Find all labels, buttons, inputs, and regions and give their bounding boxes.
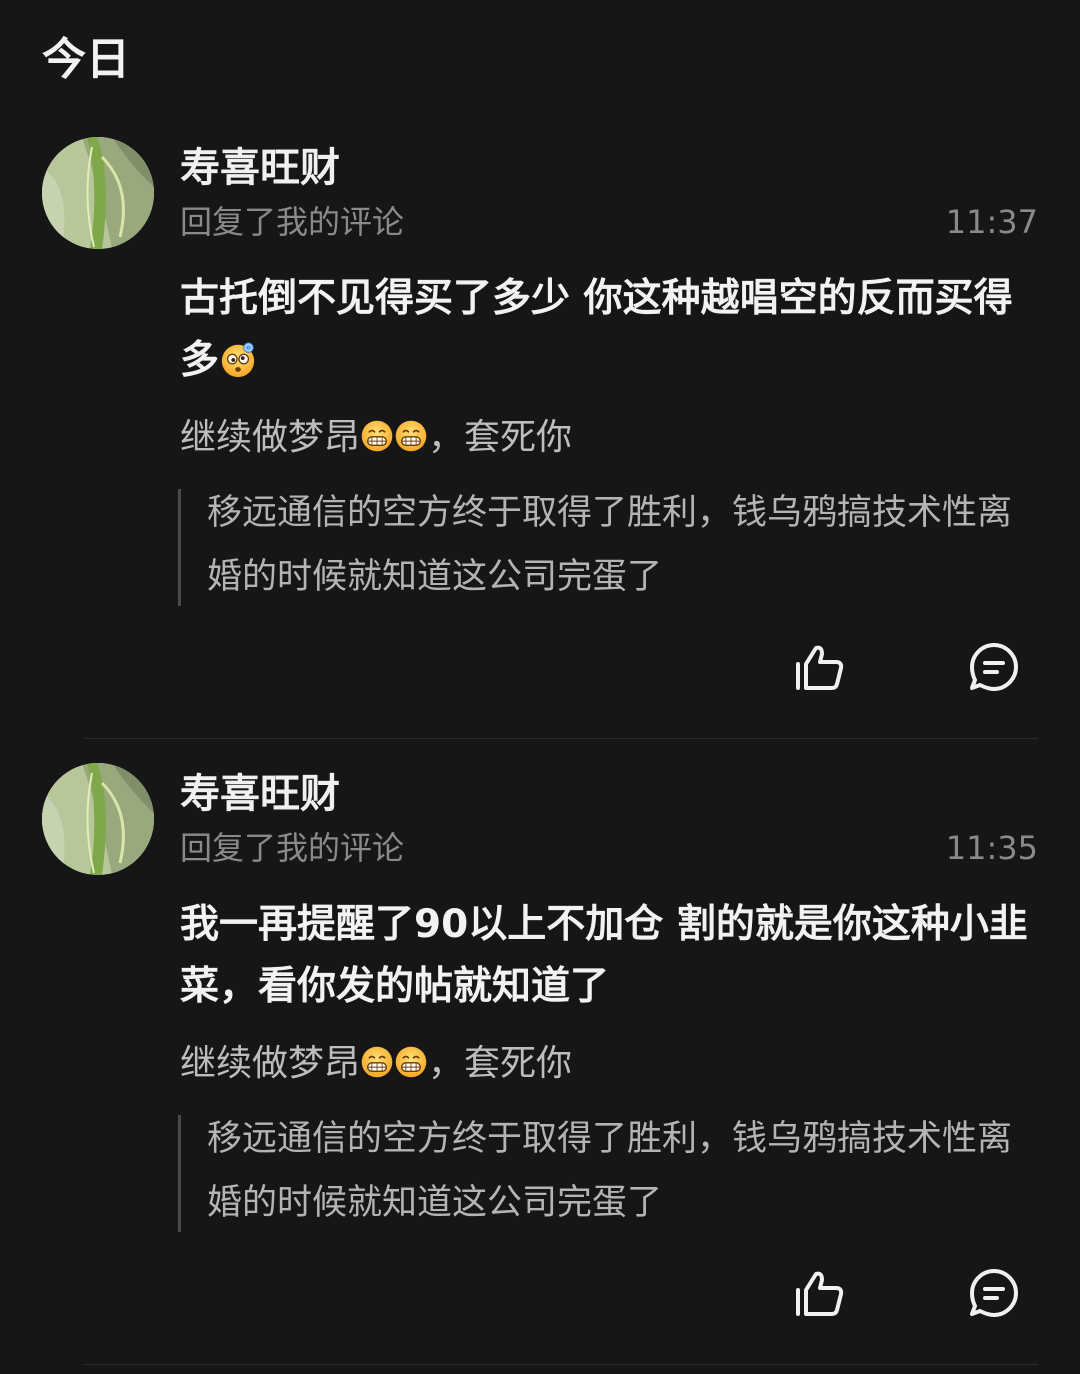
timestamp: 11:35 bbox=[945, 829, 1038, 867]
reply-text[interactable]: 我一再提醒了90以上不加仓 割的就是你这种小韭菜，看你发的帖就知道了 bbox=[180, 894, 1040, 1018]
grinning-face-emoji bbox=[394, 419, 428, 453]
notification-card[interactable]: 寿喜旺财 回复了我的评论 11:37 古托倒不见得买了多少 你这种越唱空的反而买… bbox=[0, 112, 1080, 739]
grinning-face-emoji bbox=[360, 419, 394, 453]
comment-bubble-icon[interactable] bbox=[966, 1266, 1022, 1322]
quoted-post[interactable]: 移远通信的空方终于取得了胜利，钱乌鸦搞技术性离婚的时候就知道这公司完蛋了 bbox=[178, 1115, 1041, 1232]
my-comment[interactable]: 继续做梦昂 ，套死你 bbox=[180, 408, 572, 468]
my-comment-suffix: ，套死你 bbox=[428, 417, 573, 458]
action-text: 回复了我的评论 bbox=[180, 829, 405, 867]
avatar[interactable] bbox=[42, 137, 154, 249]
comment-bubble-icon[interactable] bbox=[966, 640, 1022, 696]
quoted-post[interactable]: 移远通信的空方终于取得了胜利，钱乌鸦搞技术性离婚的时候就知道这公司完蛋了 bbox=[178, 489, 1041, 606]
grinning-face-emoji bbox=[360, 1045, 394, 1079]
my-comment-prefix: 继续做梦昂 bbox=[180, 1043, 361, 1084]
avatar[interactable] bbox=[42, 763, 154, 875]
divider bbox=[84, 1364, 1038, 1365]
thumbs-up-icon[interactable] bbox=[792, 640, 848, 696]
my-comment[interactable]: 继续做梦昂 ，套死你 bbox=[180, 1034, 572, 1094]
username[interactable]: 寿喜旺财 bbox=[180, 768, 340, 820]
my-comment-prefix: 继续做梦昂 bbox=[180, 417, 361, 458]
dizzy-face-emoji bbox=[219, 341, 257, 379]
grinning-face-emoji bbox=[394, 1045, 428, 1079]
my-comment-suffix: ，套死你 bbox=[428, 1043, 573, 1084]
thumbs-up-icon[interactable] bbox=[792, 1266, 848, 1322]
reply-text[interactable]: 古托倒不见得买了多少 你这种越唱空的反而买得多 bbox=[180, 268, 1040, 392]
quoted-post-text: 移远通信的空方终于取得了胜利，钱乌鸦搞技术性离婚的时候就知道这公司完蛋了 bbox=[207, 1119, 1013, 1223]
quoted-post-text: 移远通信的空方终于取得了胜利，钱乌鸦搞技术性离婚的时候就知道这公司完蛋了 bbox=[207, 493, 1013, 597]
timestamp: 11:37 bbox=[945, 203, 1038, 241]
username[interactable]: 寿喜旺财 bbox=[180, 142, 340, 194]
action-text: 回复了我的评论 bbox=[180, 203, 405, 241]
reply-text-content: 古托倒不见得买了多少 你这种越唱空的反而买得多 bbox=[180, 276, 1013, 383]
section-title-today: 今日 bbox=[42, 34, 130, 85]
notification-card[interactable]: 寿喜旺财 回复了我的评论 11:35 我一再提醒了90以上不加仓 割的就是你这种… bbox=[0, 738, 1080, 1365]
